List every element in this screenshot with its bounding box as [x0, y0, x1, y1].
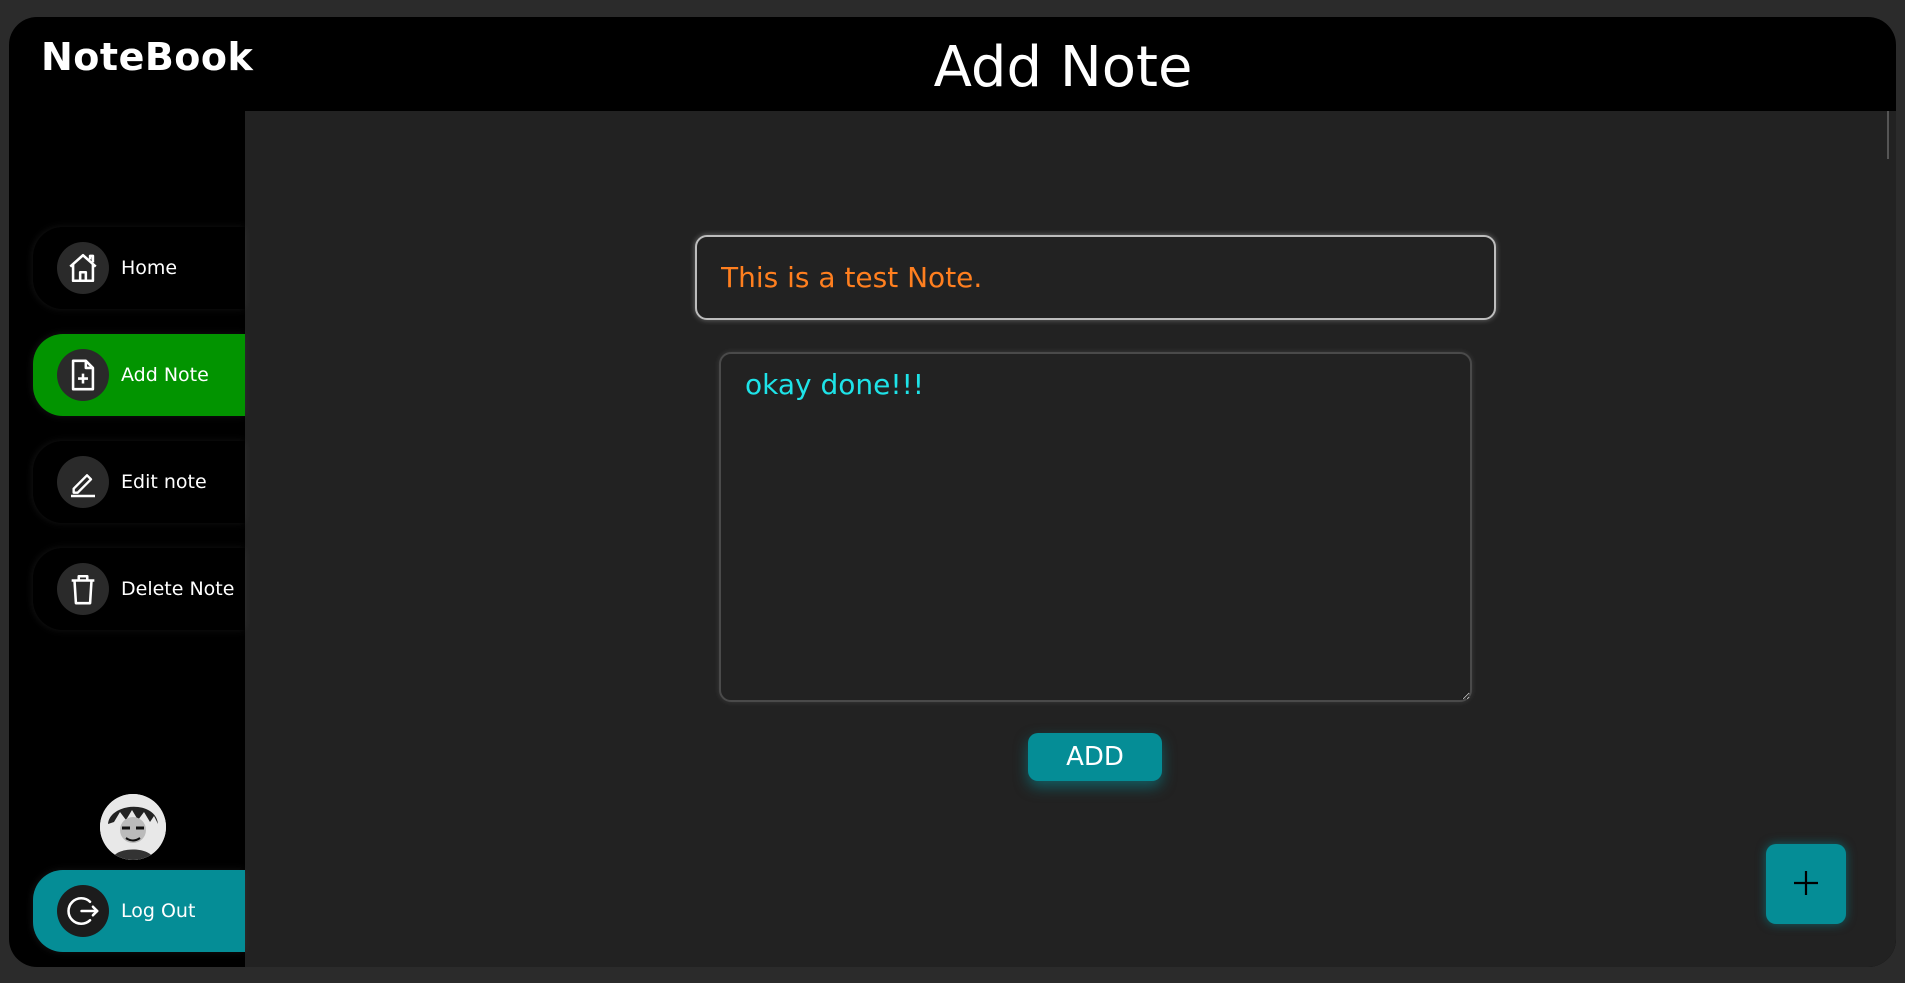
plus-icon [1791, 868, 1821, 901]
user-avatar[interactable] [100, 794, 166, 860]
add-note-button[interactable]: ADD [1028, 733, 1162, 781]
sidebar-item-label: Edit note [121, 471, 207, 493]
trash-icon [57, 563, 109, 615]
floating-add-button[interactable] [1766, 844, 1846, 924]
pencil-icon [57, 456, 109, 508]
home-icon [57, 242, 109, 294]
scrollbar[interactable] [1887, 111, 1889, 159]
sidebar-item-label: Home [121, 257, 178, 279]
logout-button[interactable]: Log Out [33, 870, 245, 952]
sidebar-item-edit-note[interactable]: Edit note [33, 441, 245, 523]
sidebar-item-delete-note[interactable]: Delete Note [33, 548, 245, 630]
logout-icon [57, 885, 109, 937]
sidebar-item-home[interactable]: Home [33, 227, 245, 309]
page-title: Add Note [933, 35, 1193, 100]
sidebar-item-label: Add Note [121, 364, 209, 386]
brand-logo: NoteBook [41, 35, 254, 79]
sidebar-item-label: Delete Note [121, 578, 235, 600]
file-plus-icon [57, 349, 109, 401]
note-title-input[interactable] [695, 235, 1496, 320]
sidebar-item-add-note[interactable]: Add Note [33, 334, 245, 416]
logout-label: Log Out [121, 900, 196, 922]
note-body-textarea[interactable]: okay done!!! [719, 352, 1472, 702]
